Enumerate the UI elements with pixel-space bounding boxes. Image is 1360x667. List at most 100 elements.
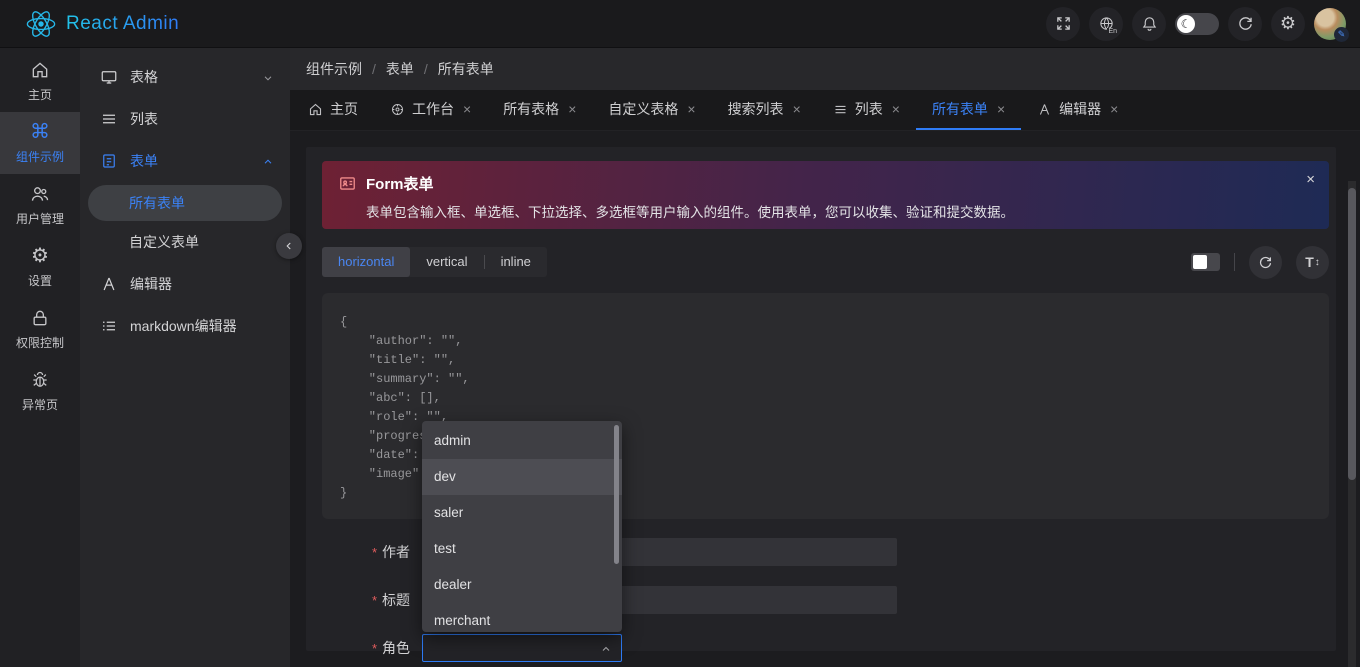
bell-icon (1141, 15, 1158, 32)
layout-mode-horizontal[interactable]: horizontal (322, 247, 410, 277)
dropdown-option-merchant[interactable]: merchant (422, 603, 622, 632)
theme-toggle[interactable]: ☾ (1175, 13, 1219, 35)
dropdown-option-saler[interactable]: saler (422, 495, 622, 531)
page-scrollbar (1348, 181, 1356, 667)
users-icon (30, 183, 50, 205)
font-size-icon: T (1305, 254, 1314, 270)
scrollbar-thumb[interactable] (1348, 188, 1356, 480)
close-icon[interactable]: × (793, 101, 801, 117)
tab-list[interactable]: 列表 × (817, 90, 916, 130)
menu-item-tables[interactable]: 表格 (80, 56, 290, 98)
settings-button[interactable]: ⚙ (1271, 7, 1305, 41)
dropdown-scrollbar[interactable] (614, 425, 619, 564)
close-icon[interactable]: × (568, 101, 576, 117)
dropdown-option-admin[interactable]: admin (422, 423, 622, 459)
font-size-button[interactable]: T↕ (1296, 246, 1329, 279)
tab-label: 编辑器 (1059, 99, 1101, 119)
fullscreen-icon (1055, 15, 1072, 32)
banner-description: 表单包含输入框、单选框、下拉选择、多选框等用户输入的组件。使用表单，您可以收集、… (366, 201, 1313, 221)
code-line: "title": "", (340, 351, 1311, 370)
react-logo-icon (26, 9, 56, 39)
close-icon[interactable]: × (997, 101, 1005, 117)
layout-mode-vertical[interactable]: vertical (410, 247, 483, 277)
breadcrumb-item[interactable]: 组件示例 (306, 59, 362, 79)
sidebar-item-exceptions[interactable]: 异常页 (0, 360, 80, 422)
tab-workbench[interactable]: 工作台 × (374, 90, 487, 130)
dropdown-option-dev[interactable]: dev (422, 459, 622, 495)
tab-all-tables[interactable]: 所有表格 × (487, 90, 592, 130)
sidebar-item-label: 设置 (28, 272, 52, 289)
updown-arrow-icon: ↕ (1315, 257, 1320, 268)
refresh-button[interactable] (1228, 7, 1262, 41)
code-line: "summary": "", (340, 370, 1311, 389)
page-content: Form表单 表单包含输入框、单选框、下拉选择、多选框等用户输入的组件。使用表单… (290, 131, 1360, 667)
reset-button[interactable] (1249, 246, 1282, 279)
sidebar-item-settings[interactable]: ⚙ 设置 (0, 236, 80, 298)
tab-all-forms[interactable]: 所有表单 × (916, 90, 1021, 130)
tab-custom-tables[interactable]: 自定义表格 × (592, 90, 711, 130)
menu-item-label: markdown编辑器 (130, 316, 237, 336)
primary-sidebar: 主页 ⌘ 组件示例 用户管理 ⚙ 设置 权限控制 (0, 48, 80, 667)
sidebar-item-users[interactable]: 用户管理 (0, 174, 80, 236)
code-line: { (340, 313, 1311, 332)
layout-mode-switch: horizontal vertical inline (322, 247, 547, 277)
close-icon[interactable]: × (1110, 101, 1118, 117)
role-select[interactable] (422, 634, 622, 662)
breadcrumb: 组件示例 / 表单 / 所有表单 (290, 48, 1360, 90)
layout-mode-inline[interactable]: inline (485, 247, 547, 277)
tab-home[interactable]: 主页 (292, 90, 374, 130)
tab-label: 自定义表格 (608, 99, 678, 119)
lock-icon (30, 307, 50, 329)
tab-label: 所有表单 (932, 99, 988, 119)
controls-row: horizontal vertical inline (322, 247, 1329, 277)
tab-label: 主页 (330, 99, 358, 119)
breadcrumb-item[interactable]: 所有表单 (438, 59, 494, 79)
md-list-icon (100, 317, 118, 335)
pen-icon (100, 275, 118, 293)
avatar[interactable]: ✎ (1314, 8, 1346, 40)
bug-icon (30, 369, 50, 391)
sidebar-item-label: 主页 (28, 86, 52, 103)
preview-toggle[interactable] (1191, 253, 1220, 271)
menu-item-markdown-editor[interactable]: markdown编辑器 (80, 305, 290, 347)
gear-icon: ⚙ (1280, 13, 1296, 34)
breadcrumb-separator: / (372, 61, 376, 77)
list-icon (100, 110, 118, 128)
form-row-role: *角色 (306, 634, 622, 662)
field-label: *作者 (306, 538, 410, 566)
required-marker: * (372, 641, 377, 656)
form-badge-icon (338, 174, 357, 193)
tab-editor[interactable]: 编辑器 × (1021, 90, 1134, 130)
breadcrumb-separator: / (424, 61, 428, 77)
sidebar-collapse-button[interactable] (276, 233, 302, 259)
dropdown-option-test[interactable]: test (422, 531, 622, 567)
menu-item-label: 自定义表单 (129, 232, 199, 252)
sidebar-item-permissions[interactable]: 权限控制 (0, 298, 80, 360)
menu-item-forms[interactable]: 表单 (80, 140, 290, 182)
tab-search-list[interactable]: 搜索列表 × (712, 90, 817, 130)
menu-item-custom-forms[interactable]: 自定义表单 (88, 224, 282, 260)
sidebar-item-components[interactable]: ⌘ 组件示例 (0, 112, 80, 174)
breadcrumb-item[interactable]: 表单 (386, 59, 414, 79)
gear-icon: ⚙ (31, 245, 49, 267)
main-area: 组件示例 / 表单 / 所有表单 主页 工作台 × 所有表格 × (290, 48, 1360, 667)
close-icon[interactable]: × (463, 101, 471, 117)
language-button[interactable]: En (1089, 7, 1123, 41)
chevron-up-icon (262, 155, 274, 167)
sidebar-item-home[interactable]: 主页 (0, 50, 80, 112)
menu-item-all-forms[interactable]: 所有表单 (88, 185, 282, 221)
table-icon (100, 68, 118, 86)
fullscreen-button[interactable] (1046, 7, 1080, 41)
brand[interactable]: React Admin (0, 9, 179, 39)
menu-item-editor[interactable]: 编辑器 (80, 263, 290, 305)
close-icon[interactable]: × (892, 101, 900, 117)
banner-title: Form表单 (366, 173, 434, 194)
notifications-button[interactable] (1132, 7, 1166, 41)
banner-close-button[interactable]: × (1306, 171, 1315, 188)
close-icon[interactable]: × (687, 101, 695, 117)
app-title: React Admin (66, 13, 179, 35)
menu-item-lists[interactable]: 列表 (80, 98, 290, 140)
chevron-down-icon (262, 71, 274, 83)
pen-icon (1037, 102, 1052, 117)
dropdown-option-dealer[interactable]: dealer (422, 567, 622, 603)
